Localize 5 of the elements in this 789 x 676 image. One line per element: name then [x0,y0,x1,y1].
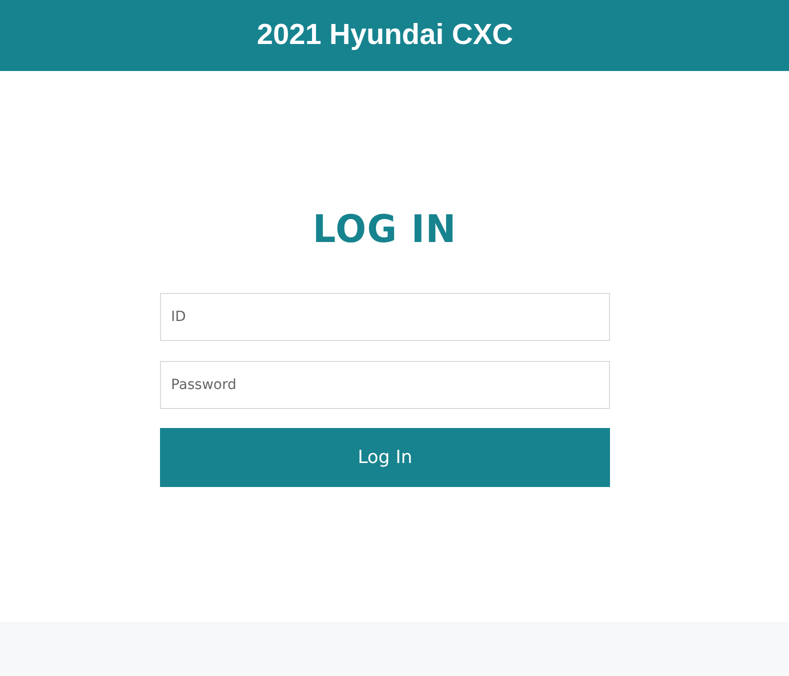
input-field[interactable]: Password [160,361,610,409]
app-title: 2021 Hyundai CXC [256,19,514,52]
login-button[interactable]: Log In [160,428,610,487]
login-heading: LOG IN [313,207,457,251]
input-field[interactable]: ID [160,293,610,341]
